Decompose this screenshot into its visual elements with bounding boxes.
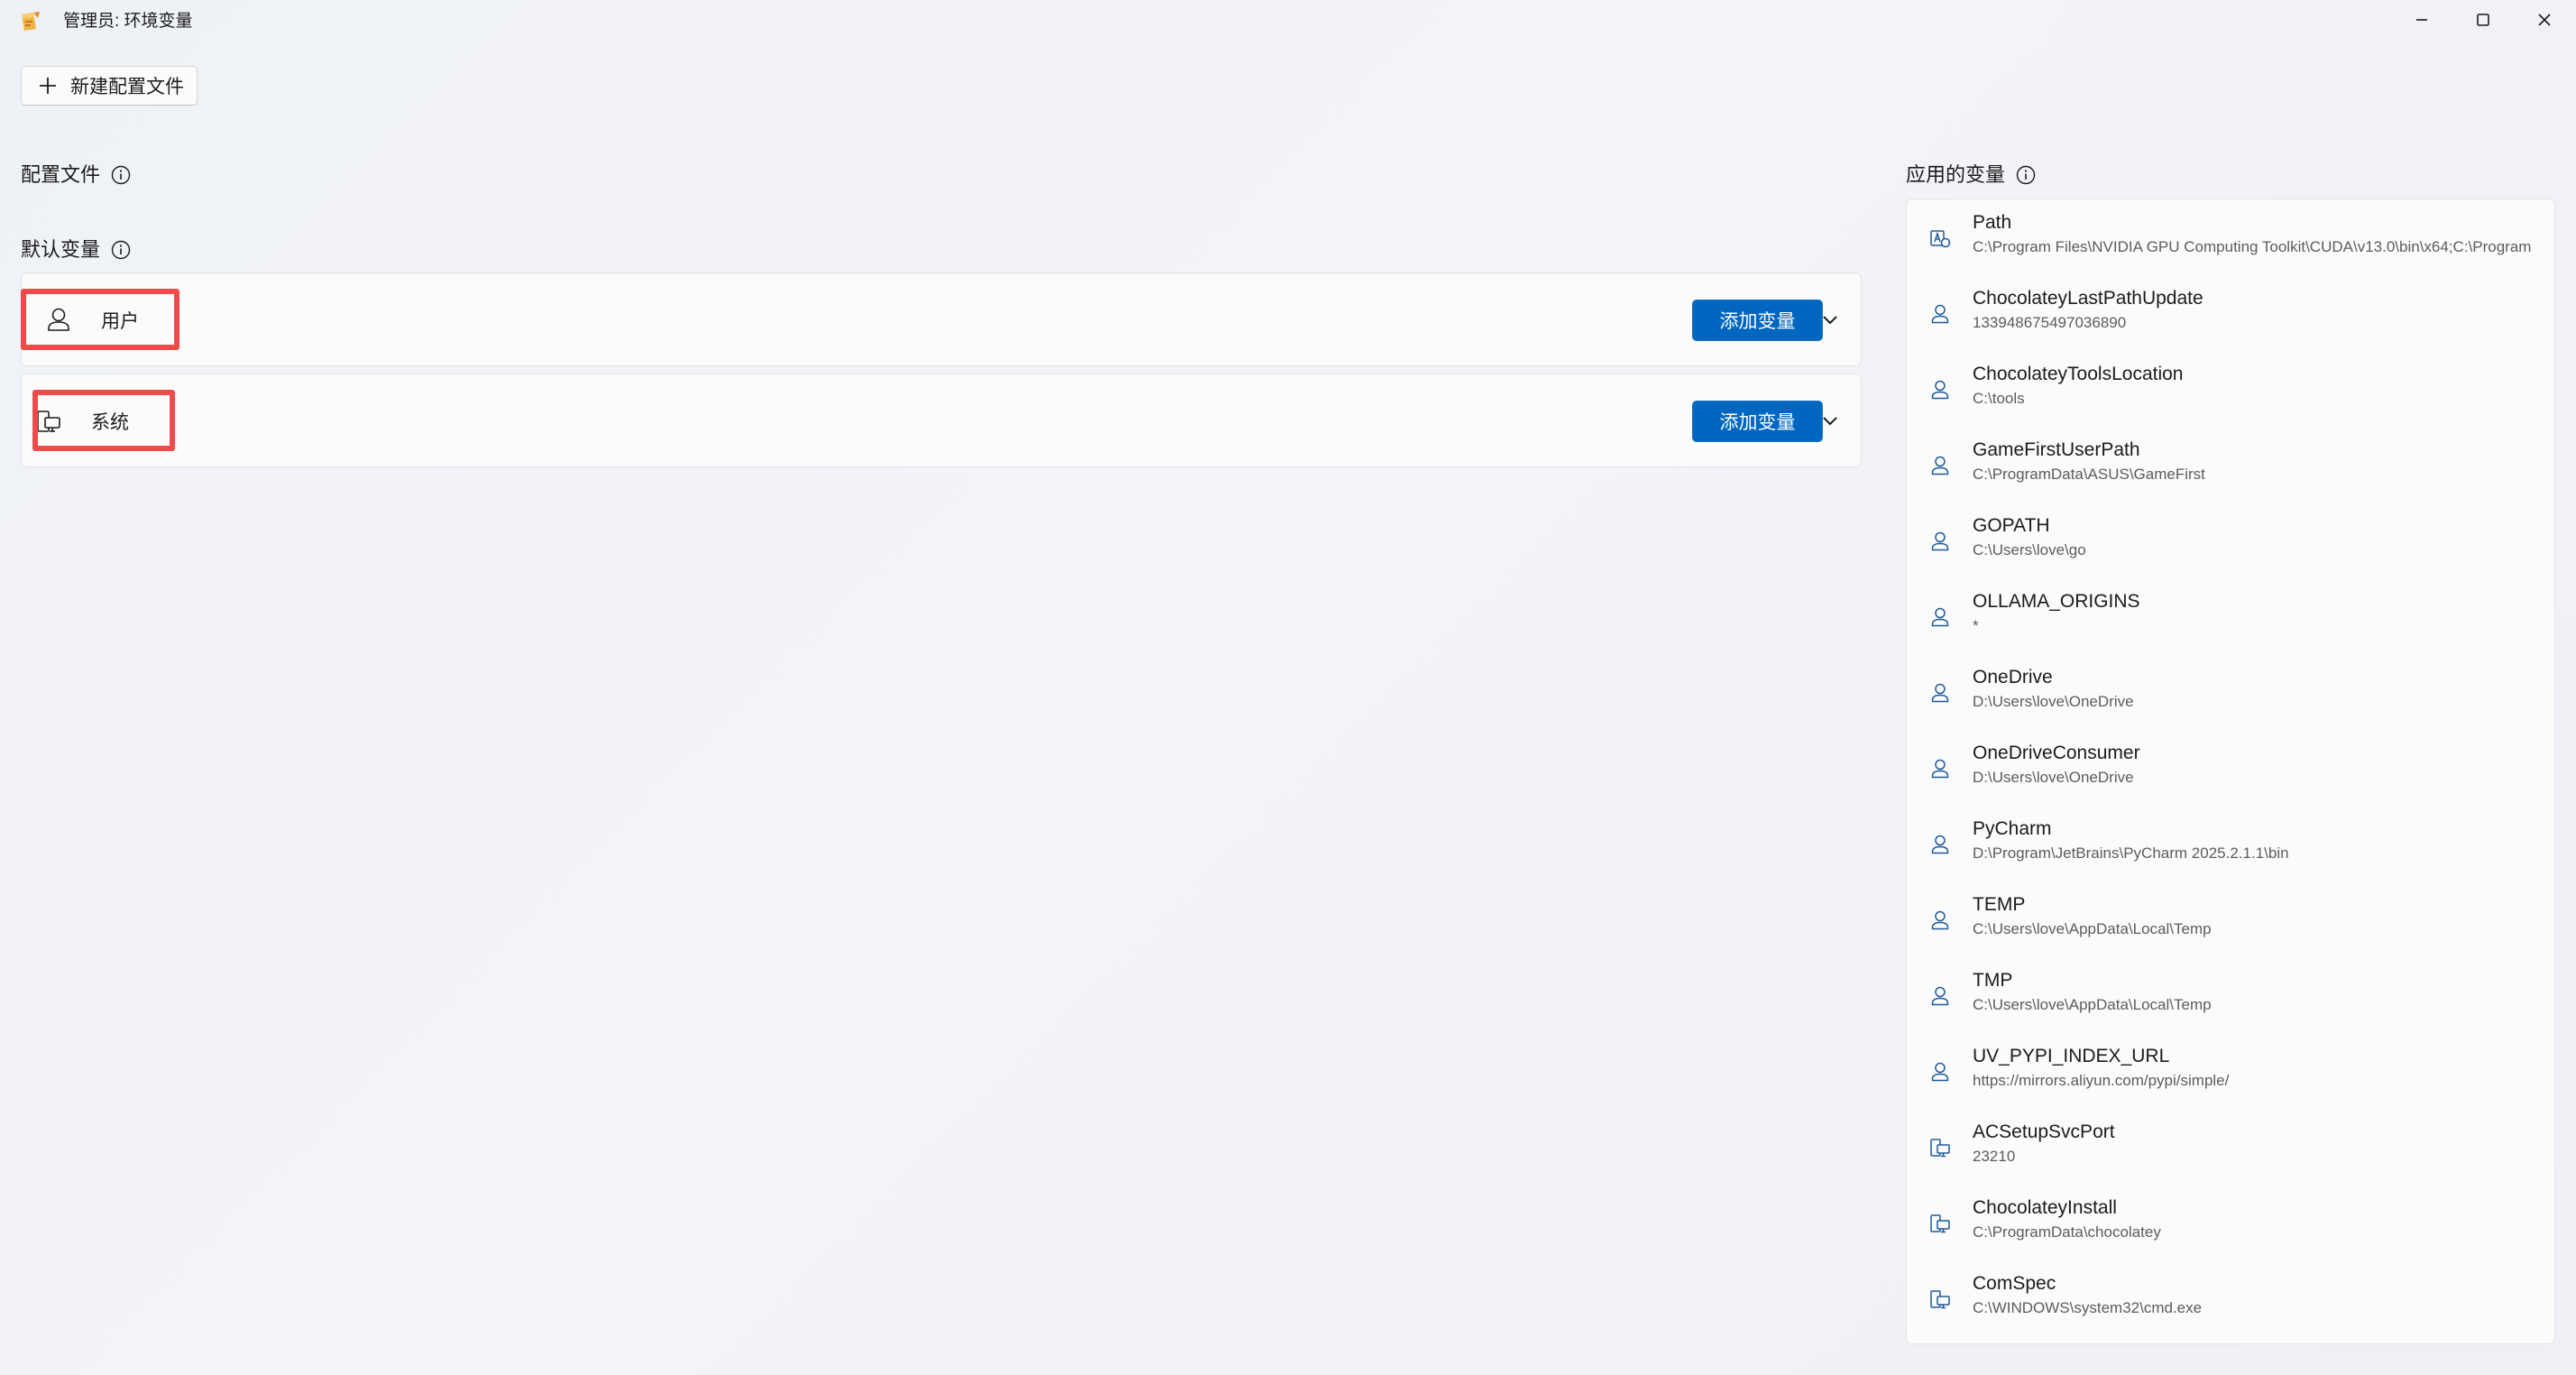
user-icon — [48, 308, 69, 331]
user-icon — [1931, 759, 1949, 779]
variable-name: ChocolateyLastPathUpdate — [1973, 288, 2203, 309]
variable-value: C:\ProgramData\ASUS\GameFirst — [1973, 466, 2205, 483]
variable-value: * — [1973, 617, 1979, 634]
list-item[interactable]: PyCharm D:\Program\JetBrains\PyCharm 2025… — [1907, 806, 2554, 881]
list-item[interactable]: ChocolateyToolsLocation C:\tools — [1907, 351, 2554, 427]
variable-name: ComSpec — [1973, 1273, 2056, 1294]
applied-variables-list[interactable]: Path C:\Program Files\NVIDIA GPU Computin… — [1906, 198, 2555, 1344]
new-profile-button[interactable]: 新建配置文件 — [21, 66, 198, 106]
user-card-label: 用户 — [101, 311, 139, 332]
title-bar: 管理员: 环境变量 — [0, 0, 2576, 43]
list-item[interactable]: UV_PYPI_INDEX_URL https://mirrors.aliyun.… — [1907, 1033, 2554, 1109]
user-variables-card[interactable]: 用户 添加变量 — [21, 272, 1862, 366]
user-icon — [1931, 1062, 1949, 1082]
variable-name: ACSetupSvcPort — [1973, 1121, 2115, 1142]
chevron-down-icon[interactable] — [1817, 409, 1843, 434]
user-icon — [1931, 986, 1949, 1006]
window-title: 管理员: 环境变量 — [63, 12, 193, 31]
system-variables-card[interactable]: 系统 添加变量 — [21, 374, 1862, 467]
system-icon — [1930, 1290, 1950, 1309]
variable-value: https://mirrors.aliyun.com/pypi/simple/ — [1973, 1072, 2230, 1089]
variable-name: GOPATH — [1973, 515, 2050, 536]
info-icon[interactable] — [111, 165, 131, 185]
variable-value: C:\tools — [1973, 390, 2025, 407]
new-profile-label: 新建配置文件 — [70, 77, 184, 97]
list-item[interactable]: Path C:\Program Files\NVIDIA GPU Computin… — [1907, 199, 2554, 275]
variable-name: ChocolateyInstall — [1973, 1197, 2117, 1218]
maximize-button[interactable] — [2452, 0, 2515, 40]
user-card-header: 用户 — [44, 293, 139, 347]
user-icon — [1931, 607, 1949, 627]
app-icon — [22, 12, 40, 31]
minimize-button[interactable] — [2390, 0, 2453, 40]
default-variables-heading: 默认变量 — [21, 238, 101, 261]
variable-name: GameFirstUserPath — [1973, 439, 2140, 460]
default-variables-section-label: 默认变量 — [21, 236, 131, 263]
minimize-icon — [2416, 19, 2427, 21]
variable-name: OLLAMA_ORIGINS — [1973, 591, 2140, 612]
variable-name: PyCharm — [1973, 818, 2052, 839]
maximize-icon — [2477, 14, 2489, 26]
user-icon — [1931, 531, 1949, 551]
list-item[interactable]: OLLAMA_ORIGINS * — [1907, 578, 2554, 654]
system-icon — [1930, 1139, 1950, 1158]
close-button[interactable] — [2513, 0, 2576, 40]
variable-name: Path — [1973, 212, 2012, 233]
list-item[interactable]: TMP C:\Users\love\AppData\Local\Temp — [1907, 957, 2554, 1033]
variable-value: C:\ProgramData\chocolatey — [1973, 1223, 2161, 1241]
list-item[interactable]: ACSetupSvcPort 23210 — [1907, 1109, 2554, 1185]
close-icon — [2538, 14, 2551, 26]
add-system-variable-button[interactable]: 添加变量 — [1692, 401, 1823, 442]
variable-value: C:\Program Files\NVIDIA GPU Computing To… — [1973, 238, 2532, 255]
variable-name: ChocolateyToolsLocation — [1973, 364, 2184, 384]
path-variable-icon — [1930, 230, 1951, 248]
variable-name: OneDrive — [1973, 667, 2053, 688]
profiles-section-label: 配置文件 — [21, 161, 131, 189]
user-icon — [1931, 683, 1949, 703]
add-user-variable-button[interactable]: 添加变量 — [1692, 300, 1823, 341]
variable-name: TMP — [1973, 970, 2013, 991]
variable-value: C:\Users\love\go — [1973, 541, 2086, 558]
list-item[interactable]: TEMP C:\Users\love\AppData\Local\Temp — [1907, 881, 2554, 957]
user-icon — [1931, 910, 1949, 930]
system-card-label: 系统 — [91, 412, 129, 433]
variable-value: C:\Users\love\AppData\Local\Temp — [1973, 996, 2212, 1013]
variable-value: 133948675497036890 — [1973, 314, 2127, 331]
system-card-header: 系统 — [34, 394, 129, 448]
list-item[interactable]: OneDriveConsumer D:\Users\love\OneDrive — [1907, 730, 2554, 806]
variable-name: TEMP — [1973, 894, 2026, 915]
list-item[interactable]: ComSpec C:\WINDOWS\system32\cmd.exe — [1907, 1260, 2554, 1336]
user-icon — [1931, 380, 1949, 400]
info-icon[interactable] — [111, 240, 131, 260]
variable-value: C:\Users\love\AppData\Local\Temp — [1973, 920, 2212, 937]
list-item[interactable]: ChocolateyLastPathUpdate 1339486754970368… — [1907, 275, 2554, 351]
list-item[interactable]: GameFirstUserPath C:\ProgramData\ASUS\Gam… — [1907, 427, 2554, 503]
list-item[interactable]: OneDrive D:\Users\love\OneDrive — [1907, 654, 2554, 730]
variable-name: UV_PYPI_INDEX_URL — [1973, 1046, 2170, 1066]
info-icon[interactable] — [2016, 165, 2036, 185]
list-item[interactable]: ChocolateyInstall C:\ProgramData\chocolat… — [1907, 1185, 2554, 1260]
variable-value: D:\Users\love\OneDrive — [1973, 693, 2134, 710]
variable-value: 23210 — [1973, 1148, 2016, 1165]
variable-value: D:\Users\love\OneDrive — [1973, 769, 2134, 786]
applied-variables-heading: 应用的变量 — [1906, 163, 2006, 186]
variable-value: C:\WINDOWS\system32\cmd.exe — [1973, 1299, 2203, 1316]
user-icon — [1931, 456, 1949, 475]
system-icon — [37, 411, 60, 432]
user-icon — [1931, 835, 1949, 854]
variable-value: D:\Program\JetBrains\PyCharm 2025.2.1.1\… — [1973, 844, 2289, 862]
list-item[interactable]: GOPATH C:\Users\love\go — [1907, 503, 2554, 578]
applied-variables-section-label: 应用的变量 — [1906, 161, 2036, 189]
system-icon — [1930, 1214, 1950, 1233]
profiles-heading: 配置文件 — [21, 163, 101, 186]
chevron-down-icon[interactable] — [1817, 308, 1843, 333]
plus-icon — [40, 78, 56, 94]
user-icon — [1931, 304, 1949, 324]
variable-name: OneDriveConsumer — [1973, 743, 2140, 763]
